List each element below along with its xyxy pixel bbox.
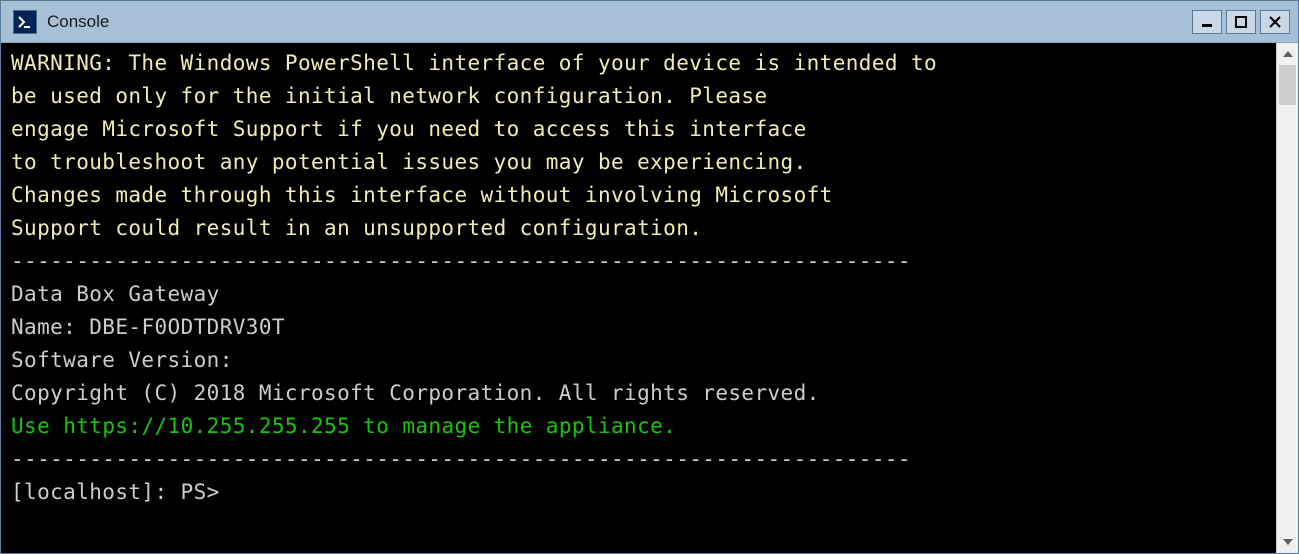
scrollbar-track[interactable]: [1277, 65, 1298, 531]
scroll-up-arrow[interactable]: [1277, 43, 1298, 65]
manage-text-suffix: to manage the appliance.: [350, 414, 676, 438]
close-button[interactable]: [1260, 10, 1290, 34]
powershell-icon: [13, 10, 37, 34]
warning-line: engage Microsoft Support if you need to …: [11, 117, 807, 141]
product-name: Data Box Gateway: [11, 282, 220, 306]
minimize-button[interactable]: [1192, 10, 1222, 34]
console-body: WARNING: The Windows PowerShell interfac…: [1, 43, 1298, 553]
software-version: Software Version:: [11, 348, 233, 372]
ps-prompt: [localhost]: PS>: [11, 480, 220, 504]
divider: ----------------------------------------…: [11, 447, 911, 471]
device-name-label: Name:: [11, 315, 89, 339]
warning-line: be used only for the initial network con…: [11, 84, 768, 108]
manage-url: https://10.255.255.255: [63, 414, 350, 438]
warning-line: Support could result in an unsupported c…: [11, 216, 702, 240]
scroll-down-arrow[interactable]: [1277, 531, 1298, 553]
divider: ----------------------------------------…: [11, 249, 911, 273]
device-name-value: DBE-F0ODTDRV30T: [89, 315, 285, 339]
window-controls: [1192, 10, 1290, 34]
console-window: Console WARNING: The Windows PowerShell …: [0, 0, 1299, 554]
maximize-button[interactable]: [1226, 10, 1256, 34]
console-output[interactable]: WARNING: The Windows PowerShell interfac…: [1, 43, 1276, 553]
warning-line: WARNING: The Windows PowerShell interfac…: [11, 51, 937, 75]
warning-line: Changes made through this interface with…: [11, 183, 833, 207]
titlebar[interactable]: Console: [1, 1, 1298, 43]
vertical-scrollbar[interactable]: [1276, 43, 1298, 553]
manage-text-prefix: Use: [11, 414, 63, 438]
warning-line: to troubleshoot any potential issues you…: [11, 150, 807, 174]
window-title: Console: [47, 12, 1192, 32]
copyright: Copyright (C) 2018 Microsoft Corporation…: [11, 381, 820, 405]
scrollbar-thumb[interactable]: [1279, 65, 1296, 105]
